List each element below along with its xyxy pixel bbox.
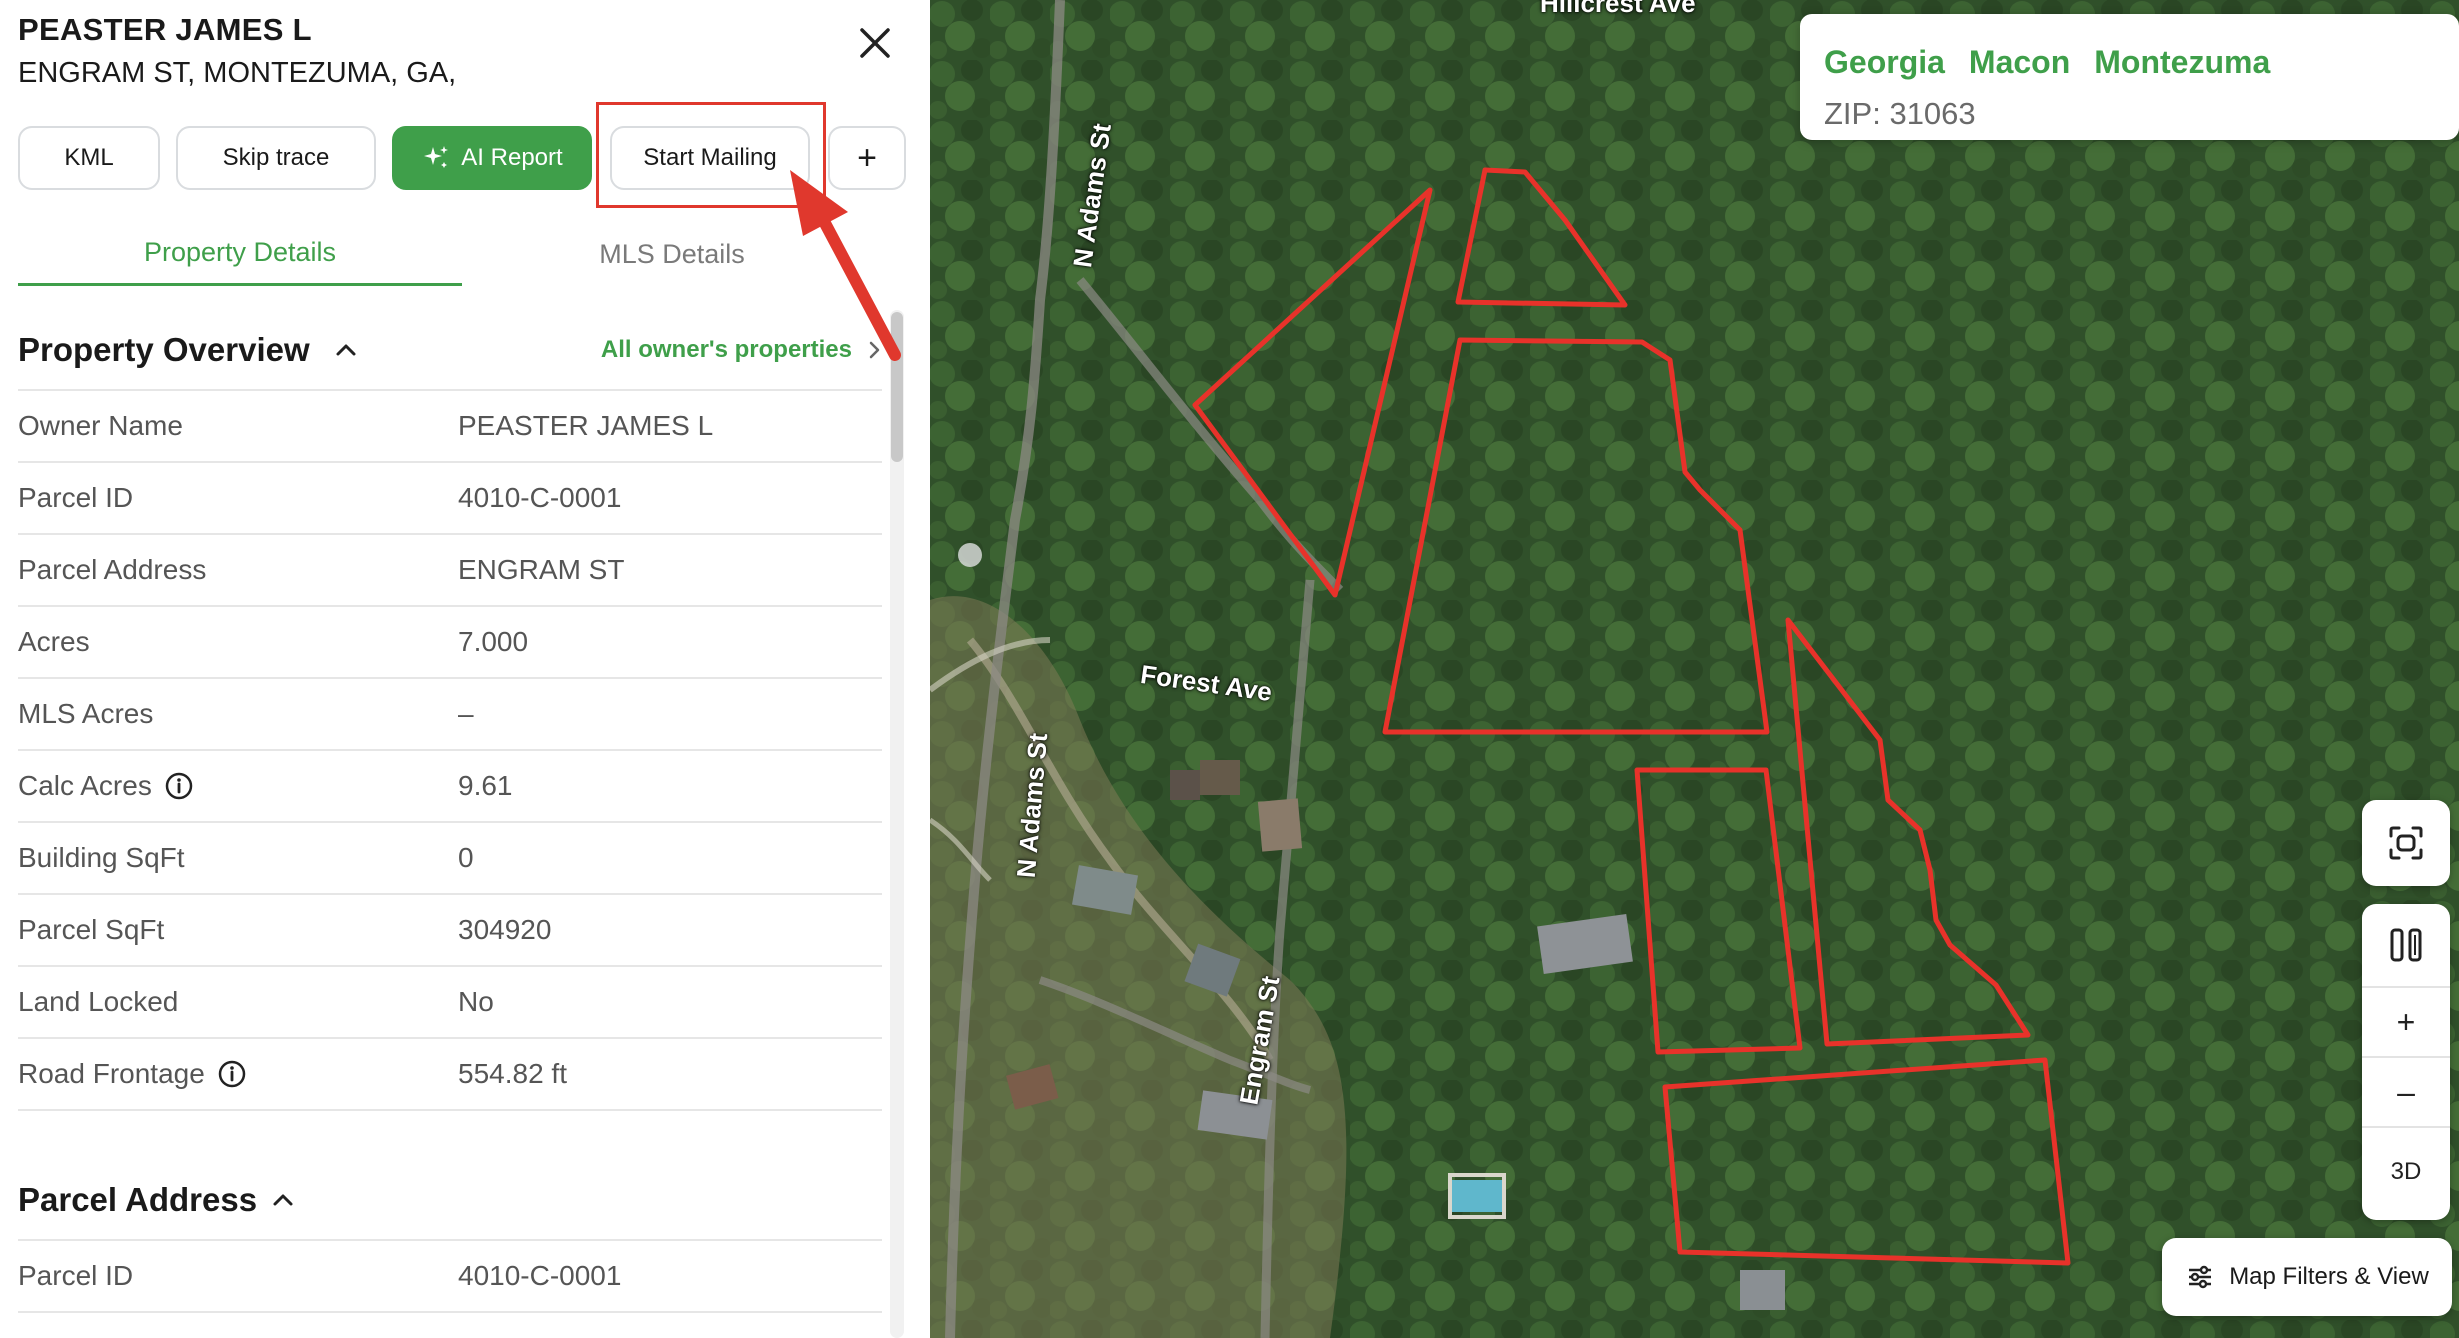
tab-property-details[interactable]: Property Details xyxy=(18,222,462,286)
three-d-toggle[interactable]: 3D xyxy=(2362,1128,2450,1216)
location-county-link[interactable]: Macon xyxy=(1969,44,2070,81)
row-label: Parcel SqFt xyxy=(18,914,165,945)
table-row: MLS Acres – xyxy=(18,679,882,751)
row-value: ENGRAM ST xyxy=(458,554,625,585)
parcel-address-header[interactable]: Parcel Address xyxy=(18,1172,882,1228)
row-value: 304920 xyxy=(458,914,552,945)
table-row: Parcel ID 4010-C-0001 xyxy=(18,1241,882,1313)
owner-title: PEASTER JAMES L xyxy=(18,12,312,47)
row-label: Acres xyxy=(18,626,90,657)
property-panel: PEASTER JAMES L ENGRAM ST, MONTEZUMA, GA… xyxy=(0,0,930,1338)
zoom-out-button[interactable]: – xyxy=(2362,1058,2450,1128)
row-label-with-info: Road Frontage xyxy=(18,1058,458,1090)
property-overview-header[interactable]: Property Overview All owner's properties xyxy=(18,322,882,378)
row-label: MLS Acres xyxy=(18,698,154,729)
all-owner-properties-link[interactable]: All owner's properties xyxy=(601,336,882,364)
table-row: Parcel SqFt 304920 xyxy=(18,895,882,967)
info-icon[interactable] xyxy=(164,771,194,801)
table-row: Road Frontage 554.82 ft xyxy=(18,1039,882,1111)
row-value: 9.61 xyxy=(458,770,513,801)
table-row: Building SqFt 0 xyxy=(18,823,882,895)
table-row: Land Locked No xyxy=(18,967,882,1039)
ai-report-button[interactable]: AI Report xyxy=(392,126,592,190)
row-label-text: Calc Acres xyxy=(18,770,152,801)
layers-book-icon xyxy=(2390,928,2422,962)
panel-scrollbar-thumb[interactable] xyxy=(891,312,903,462)
table-row: Owner Name PEASTER JAMES L xyxy=(18,391,882,463)
table-row: Acres 7.000 xyxy=(18,607,882,679)
sliders-icon xyxy=(2189,1265,2212,1289)
chevron-up-icon[interactable] xyxy=(269,1186,297,1214)
row-label: Parcel ID xyxy=(18,1260,134,1291)
info-icon[interactable] xyxy=(217,1059,247,1089)
all-owner-properties-label: All owner's properties xyxy=(600,336,852,363)
more-actions-button[interactable]: + xyxy=(828,126,906,190)
fit-bounds-button[interactable] xyxy=(2362,800,2450,886)
row-label: Land Locked xyxy=(18,986,179,1017)
row-label-with-info: Calc Acres xyxy=(18,770,458,802)
chevron-up-icon[interactable] xyxy=(332,336,360,364)
map-filters-button[interactable]: Map Filters & View xyxy=(2162,1238,2452,1316)
street-label-hillcrest: Hillcrest Ave xyxy=(1540,0,1696,18)
table-row: Parcel Address ENGRAM ST xyxy=(18,535,882,607)
close-icon[interactable] xyxy=(850,18,900,68)
annotation-highlight-box xyxy=(596,102,826,208)
location-state-link[interactable]: Georgia xyxy=(1824,44,1945,81)
row-label: Building SqFt xyxy=(18,842,185,873)
satellite-map[interactable]: Hillcrest Ave N Adams St N Adams St Fore… xyxy=(930,0,2459,1338)
row-label: Parcel ID xyxy=(18,482,134,513)
row-label: Owner Name xyxy=(18,410,183,441)
row-value: 4010-C-0001 xyxy=(458,1260,622,1291)
panel-scrollbar[interactable] xyxy=(890,310,904,1338)
row-value: PEASTER JAMES L xyxy=(458,410,714,441)
location-breadcrumb: Georgia Macon Montezuma xyxy=(1824,44,2270,81)
skip-trace-button[interactable]: Skip trace xyxy=(176,126,376,190)
row-value: – xyxy=(458,698,474,729)
table-row: Calc Acres 9.61 xyxy=(18,751,882,823)
parcel-address-title: Parcel Address xyxy=(18,1181,258,1218)
sparkle-icon xyxy=(424,146,449,168)
map-zoom-controls: + – 3D xyxy=(2362,904,2450,1220)
ai-report-label: AI Report xyxy=(461,144,563,171)
location-zip: ZIP: 31063 xyxy=(1824,96,1976,131)
chevron-right-icon xyxy=(869,341,880,359)
row-value: 7.000 xyxy=(458,626,529,657)
tab-mls-details[interactable]: MLS Details xyxy=(462,222,882,286)
focus-frame-icon xyxy=(2389,826,2423,860)
row-value: 0 xyxy=(458,842,474,873)
kml-button[interactable]: KML xyxy=(18,126,160,190)
property-overview-title: Property Overview xyxy=(18,331,310,368)
row-value: 4010-C-0001 xyxy=(458,482,622,513)
row-value: No xyxy=(458,986,494,1017)
owner-address: ENGRAM ST, MONTEZUMA, GA, xyxy=(18,57,457,89)
row-label: Parcel Address xyxy=(18,554,207,585)
map-filters-label: Map Filters & View xyxy=(2229,1263,2429,1290)
map-layers-button[interactable] xyxy=(2362,904,2450,988)
detail-tabs: Property Details MLS Details xyxy=(18,222,882,288)
table-row: Parcel ID 4010-C-0001 xyxy=(18,463,882,535)
zoom-in-button[interactable]: + xyxy=(2362,988,2450,1058)
row-label-text: Road Frontage xyxy=(18,1058,205,1089)
location-card: Georgia Macon Montezuma ZIP: 31063 xyxy=(1800,14,2459,140)
location-city-link[interactable]: Montezuma xyxy=(2094,44,2270,81)
row-value: 554.82 ft xyxy=(458,1058,567,1089)
